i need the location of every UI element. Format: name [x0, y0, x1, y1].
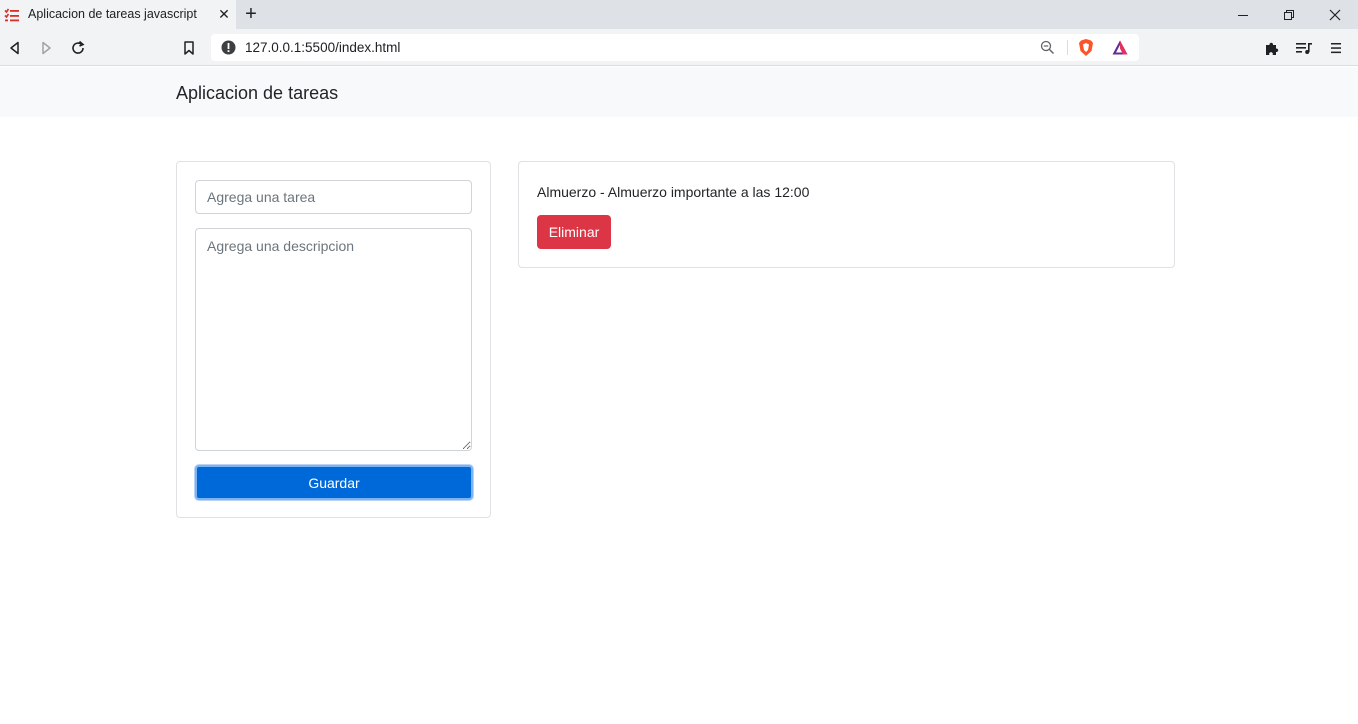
- task-text: Almuerzo - Almuerzo importante a las 12:…: [537, 184, 810, 200]
- bookmark-button[interactable]: [179, 38, 199, 58]
- zoom-icon[interactable]: [1040, 40, 1055, 55]
- brave-rewards-icon[interactable]: [1111, 39, 1129, 56]
- navbar-brand[interactable]: Aplicacion de tareas: [176, 83, 338, 104]
- minimize-button[interactable]: [1220, 0, 1266, 29]
- menu-icon: [1331, 43, 1341, 54]
- brave-shields-icon[interactable]: [1077, 38, 1095, 57]
- forward-button[interactable]: [36, 38, 56, 58]
- minimize-icon: [1238, 14, 1248, 16]
- task-card: Almuerzo - Almuerzo importante a las 12:…: [518, 161, 1175, 268]
- close-tab-icon[interactable]: ✕: [216, 6, 232, 22]
- puzzle-piece-icon: [1266, 42, 1279, 55]
- extensions-button[interactable]: [1262, 38, 1282, 58]
- url-text[interactable]: 127.0.0.1:5500/index.html: [245, 40, 400, 55]
- browser-menu-button[interactable]: [1326, 38, 1346, 58]
- reload-icon: [72, 40, 85, 54]
- close-icon: [1329, 9, 1341, 20]
- back-arrow-icon: [10, 41, 19, 55]
- task-description-textarea[interactable]: [195, 228, 472, 451]
- browser-tab[interactable]: Aplicacion de tareas javascript ✕: [0, 0, 236, 29]
- reload-button[interactable]: [68, 38, 88, 58]
- task-title-input[interactable]: [195, 180, 472, 214]
- restore-button[interactable]: [1266, 0, 1312, 29]
- back-button[interactable]: [5, 38, 25, 58]
- browser-titlebar: Aplicacion de tareas javascript ✕ +: [0, 0, 1358, 29]
- task-form-card: Guardar: [176, 161, 491, 518]
- media-controls-button[interactable]: [1294, 38, 1314, 58]
- task-list-icon: [4, 7, 20, 23]
- omnibox-divider: [1067, 40, 1068, 55]
- playlist-music-icon: [1296, 43, 1312, 54]
- delete-button[interactable]: Eliminar: [537, 215, 611, 249]
- tab-title: Aplicacion de tareas javascript: [28, 7, 197, 21]
- address-bar[interactable]: 127.0.0.1:5500/index.html: [211, 34, 1139, 61]
- new-tab-button[interactable]: +: [242, 4, 260, 24]
- site-info-icon[interactable]: [221, 40, 236, 55]
- restore-icon: [1284, 9, 1294, 20]
- save-button[interactable]: Guardar: [195, 465, 473, 500]
- bookmark-icon: [184, 41, 194, 55]
- close-window-button[interactable]: [1312, 0, 1358, 29]
- browser-toolbar: 127.0.0.1:5500/index.html: [0, 29, 1358, 66]
- app-navbar: Aplicacion de tareas: [0, 67, 1358, 117]
- forward-arrow-icon: [42, 41, 51, 55]
